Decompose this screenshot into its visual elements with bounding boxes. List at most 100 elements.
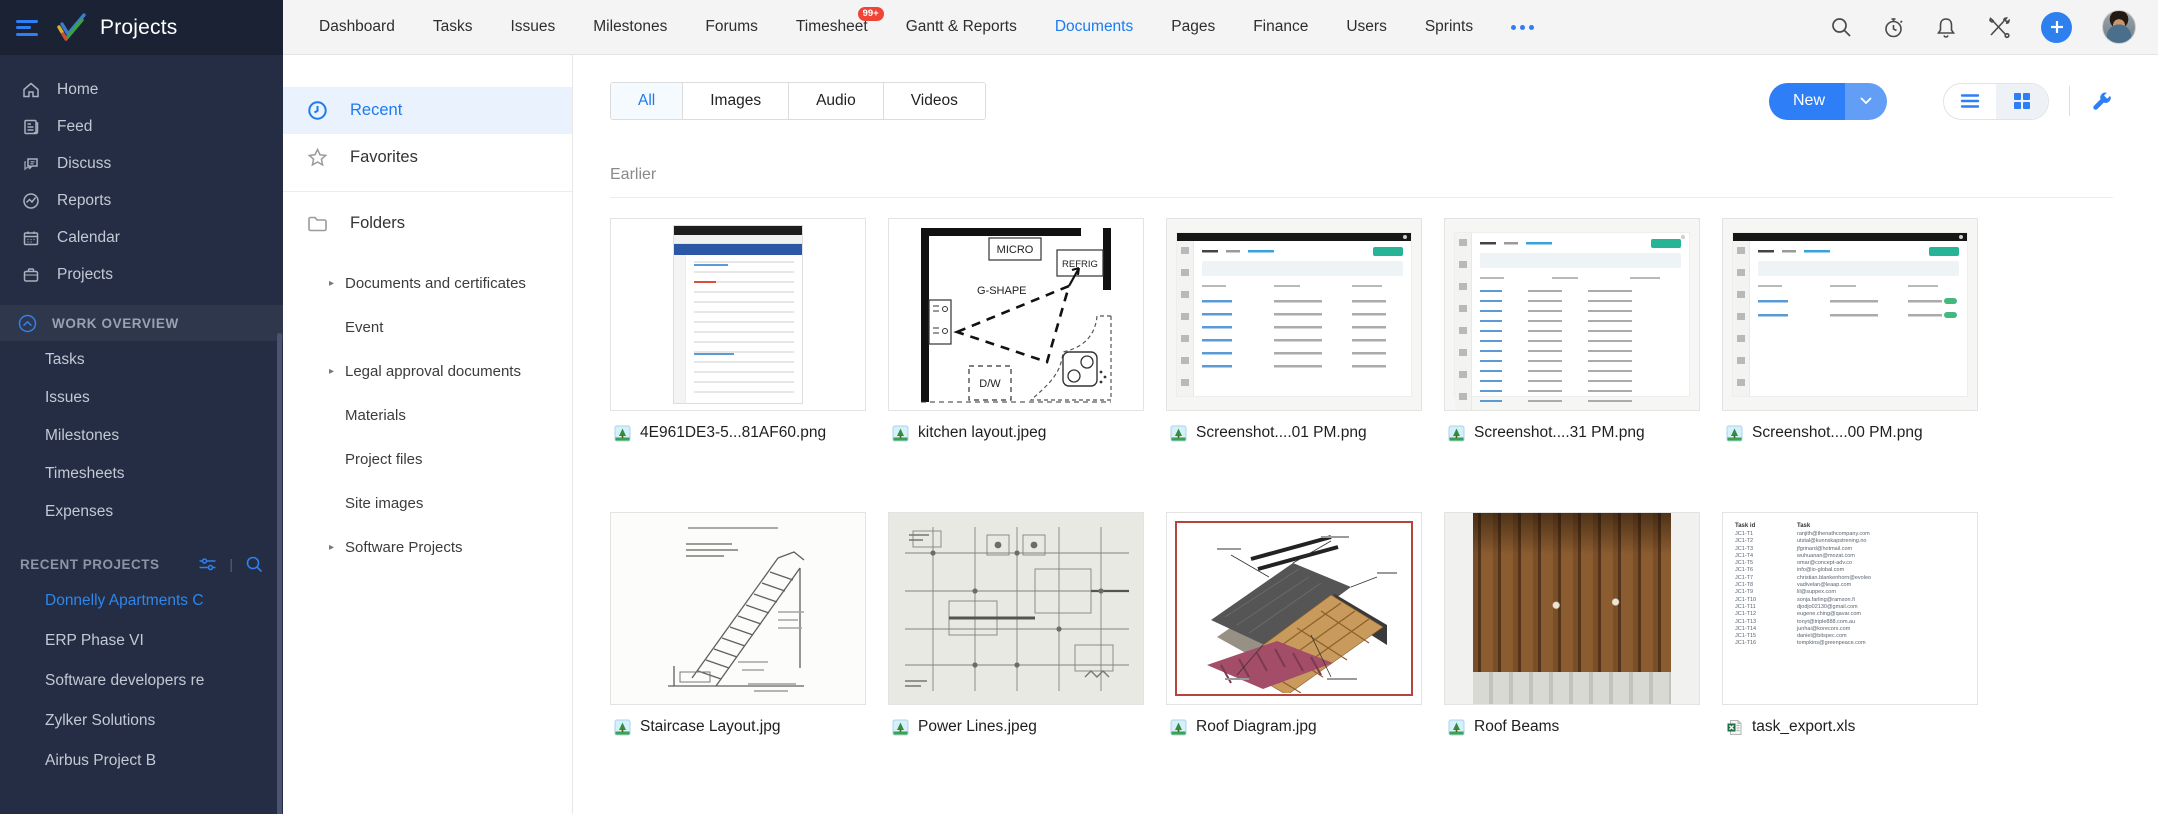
image-file-icon: [614, 425, 631, 442]
grid-view-button[interactable]: [1996, 84, 2048, 119]
avatar[interactable]: [2102, 10, 2136, 44]
collapse-chevron-icon[interactable]: [18, 314, 37, 333]
file-name[interactable]: task_export.xls: [1752, 718, 1855, 736]
file-name[interactable]: 4E961DE3-5...81AF60.png: [640, 424, 826, 442]
docs-filter-folders[interactable]: Folders: [283, 200, 572, 247]
folder-software-projects[interactable]: ▸Software Projects: [283, 525, 572, 569]
file-thumbnail-roof-diagram[interactable]: [1166, 512, 1422, 705]
file-thumbnail-app-screenshot[interactable]: [1444, 218, 1700, 411]
file-thumbnail-spreadsheet[interactable]: Task id Task JC1-T1ranjith@thenathcompan…: [1722, 512, 1978, 705]
file-thumbnail-app-screenshot[interactable]: [1166, 218, 1422, 411]
file-name[interactable]: Screenshot....01 PM.png: [1196, 424, 1367, 442]
file-name[interactable]: Screenshot....31 PM.png: [1474, 424, 1645, 442]
nav-timesheet[interactable]: Timesheet99+: [796, 18, 868, 36]
sidebar-item-calendar[interactable]: Calendar: [0, 219, 283, 256]
more-icon[interactable]: [1511, 25, 1534, 30]
sidebar-item-wo-tasks[interactable]: Tasks: [0, 341, 283, 379]
file-thumbnail-roof-beams-photo[interactable]: [1444, 512, 1700, 705]
file-name[interactable]: Staircase Layout.jpg: [640, 718, 780, 736]
sidebar-item-label: Reports: [57, 192, 111, 210]
recent-project-software[interactable]: Software developers re: [0, 661, 283, 701]
new-button-label[interactable]: New: [1769, 83, 1845, 120]
logo-block[interactable]: Projects: [0, 0, 283, 55]
sidebar-item-reports[interactable]: Reports: [0, 182, 283, 219]
expand-arrow-icon[interactable]: ▸: [329, 366, 334, 377]
nav-dashboard[interactable]: Dashboard: [319, 18, 395, 36]
search-icon[interactable]: [1830, 16, 1852, 38]
sidebar-item-label: Feed: [57, 118, 92, 136]
nav-gantt-reports[interactable]: Gantt & Reports: [906, 18, 1017, 36]
recent-project-erp[interactable]: ERP Phase VI: [0, 621, 283, 661]
image-file-icon: [892, 719, 909, 736]
docs-filter-label: Folders: [350, 214, 405, 233]
nav-users[interactable]: Users: [1346, 18, 1386, 36]
file-name[interactable]: Power Lines.jpeg: [918, 718, 1037, 736]
hamburger-menu-icon[interactable]: [16, 20, 38, 36]
search-icon[interactable]: [245, 555, 263, 573]
media-tabs: All Images Audio Videos: [610, 82, 986, 120]
file-name[interactable]: Screenshot....00 PM.png: [1752, 424, 1923, 442]
nav-tasks[interactable]: Tasks: [433, 18, 473, 36]
sidebar-item-wo-milestones[interactable]: Milestones: [0, 417, 283, 455]
nav-finance[interactable]: Finance: [1253, 18, 1308, 36]
file-thumbnail-power-lines[interactable]: [888, 512, 1144, 705]
work-overview-header[interactable]: WORK OVERVIEW: [0, 305, 283, 341]
section-earlier: Earlier: [610, 166, 2113, 198]
folder-materials[interactable]: Materials: [283, 393, 572, 437]
file-thumbnail-browser-screenshot[interactable]: [610, 218, 866, 411]
tab-all[interactable]: All: [611, 83, 683, 119]
sidebar-item-wo-issues[interactable]: Issues: [0, 379, 283, 417]
sidebar-item-wo-expenses[interactable]: Expenses: [0, 493, 283, 531]
folder-tree: ▸Documents and certificates Event ▸Legal…: [283, 261, 572, 569]
tab-videos[interactable]: Videos: [884, 83, 985, 119]
sidebar-item-home[interactable]: Home: [0, 71, 283, 108]
section-label: Earlier: [610, 166, 2113, 184]
recent-project-zylker[interactable]: Zylker Solutions: [0, 701, 283, 741]
file-name[interactable]: Roof Beams: [1474, 718, 1559, 736]
folder-documents-certificates[interactable]: ▸Documents and certificates: [283, 261, 572, 305]
docs-filter-favorites[interactable]: Favorites: [283, 134, 572, 181]
tab-audio[interactable]: Audio: [789, 83, 884, 119]
nav-forums[interactable]: Forums: [705, 18, 758, 36]
folder-site-images[interactable]: Site images: [283, 481, 572, 525]
docs-filter-recent[interactable]: Recent: [283, 87, 572, 134]
new-button[interactable]: New: [1769, 83, 1887, 120]
folder-event[interactable]: Event: [283, 305, 572, 349]
file-name[interactable]: kitchen layout.jpeg: [918, 424, 1046, 442]
sidebar-item-feed[interactable]: Feed: [0, 108, 283, 145]
view-toggle: [1943, 83, 2049, 120]
recent-project-donnelly[interactable]: Donnelly Apartments C: [0, 581, 283, 621]
sidebar-scrollbar[interactable]: [277, 333, 282, 814]
list-view-button[interactable]: [1944, 84, 1996, 119]
folder-icon: [307, 215, 328, 233]
projects-icon: [22, 266, 40, 284]
expand-arrow-icon[interactable]: ▸: [329, 542, 334, 553]
tab-images[interactable]: Images: [683, 83, 789, 119]
bell-icon[interactable]: [1935, 16, 1957, 39]
file-name[interactable]: Roof Diagram.jpg: [1196, 718, 1317, 736]
folder-legal-approval[interactable]: ▸Legal approval documents: [283, 349, 572, 393]
file-thumbnail-staircase[interactable]: [610, 512, 866, 705]
timer-icon[interactable]: [1882, 16, 1905, 39]
nav-pages[interactable]: Pages: [1171, 18, 1215, 36]
wrench-settings-icon[interactable]: [2090, 90, 2113, 113]
new-dropdown-toggle[interactable]: [1845, 83, 1887, 120]
sidebar-item-projects[interactable]: Projects: [0, 256, 283, 293]
add-icon[interactable]: [2041, 12, 2072, 43]
sidebar-item-discuss[interactable]: Discuss: [0, 145, 283, 182]
file-thumbnail-app-screenshot[interactable]: [1722, 218, 1978, 411]
tools-icon[interactable]: [1987, 16, 2011, 39]
nav-milestones[interactable]: Milestones: [593, 18, 667, 36]
file-thumbnail-kitchen-layout[interactable]: MICRO REFRIG G-SHAPE D/W: [888, 218, 1144, 411]
recent-project-airbus[interactable]: Airbus Project B: [0, 741, 283, 781]
nav-sprints[interactable]: Sprints: [1425, 18, 1473, 36]
docs-filter-label: Recent: [350, 101, 402, 120]
expand-arrow-icon[interactable]: ▸: [329, 278, 334, 289]
filter-sliders-icon[interactable]: [198, 556, 217, 573]
zoho-projects-logo-icon: [54, 12, 90, 44]
nav-documents[interactable]: Documents: [1055, 18, 1133, 36]
folder-project-files[interactable]: Project files: [283, 437, 572, 481]
sidebar-item-wo-timesheets[interactable]: Timesheets: [0, 455, 283, 493]
xls-preview-header: Task id Task: [1735, 522, 1965, 531]
nav-issues[interactable]: Issues: [510, 18, 555, 36]
